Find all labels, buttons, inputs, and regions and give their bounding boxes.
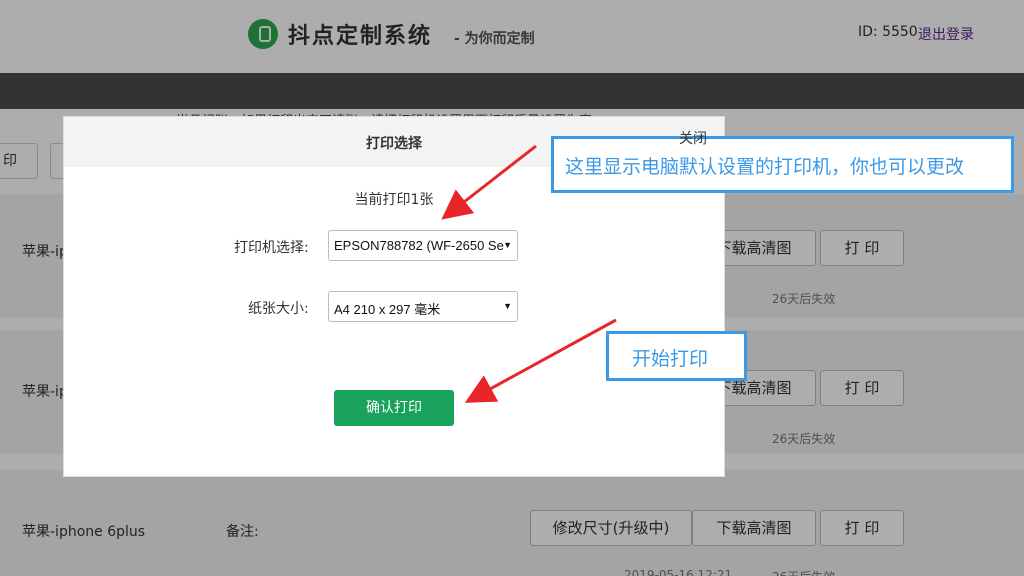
arrow-to-printer-select bbox=[441, 144, 537, 220]
arrow-to-confirm-button bbox=[464, 318, 617, 403]
annotation-arrows bbox=[441, 144, 617, 403]
